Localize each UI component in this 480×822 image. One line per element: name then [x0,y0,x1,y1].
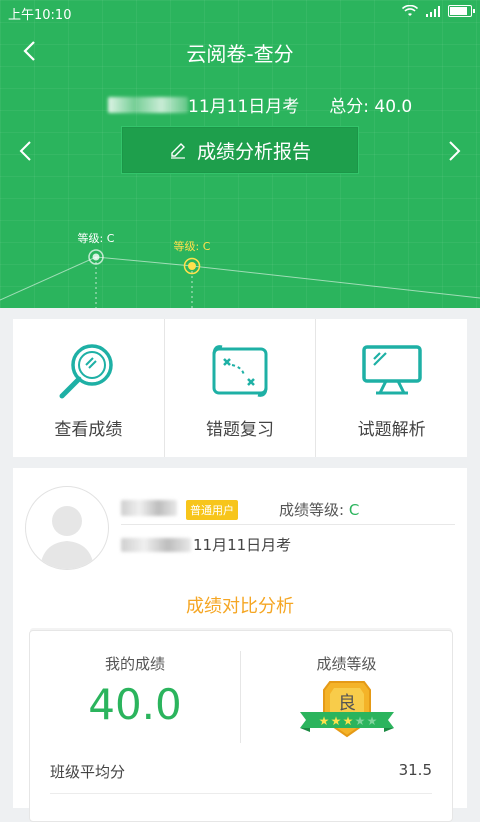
user-exam-name: 11月11日月考 [193,536,292,554]
next-arrow-icon[interactable] [444,140,464,162]
grade-medal-text: 良 [338,693,356,714]
divider [121,524,455,525]
chart-point-1-label: 等级: C [78,231,115,245]
user-grade-label: 成绩等级: [279,501,349,519]
class-average-row: 班级平均分 31.5 [50,761,432,782]
tile-question-analysis[interactable]: 试题解析 [316,319,467,457]
section-title: 成绩对比分析 [186,596,294,617]
user-grade-value: C [348,501,360,519]
pencil-icon [170,143,185,159]
class-average-label: 班级平均分 [50,763,126,781]
divider [50,793,432,794]
status-time: 上午10:10 [8,8,72,23]
tile-wrong-review[interactable]: 错题复习 [165,319,317,457]
score-detail-card: 普通用户 成绩等级: C 11月11日月考 成绩对比分析 我的成绩 40.0 成… [13,468,467,822]
quick-actions-card: 查看成绩 错题复习 试题解析 [13,319,467,457]
compare-box: 我的成绩 40.0 成绩等级 良 ★ ★ ★ ★ ★ 班级平均分 31.5 [29,630,453,822]
status-bar: 上午10:10 [0,0,480,24]
report-button[interactable]: 成绩分析报告 [121,126,359,174]
user-grade: 成绩等级: C [279,499,359,520]
map-icon [212,345,268,397]
monitor-icon [361,345,422,395]
signal-icon [426,5,440,17]
user-exam-row: 11月11日月考 [121,534,291,555]
battery-icon [448,5,475,17]
tile-wrong-review-label: 错题复习 [206,420,274,440]
chart-point-2[interactable]: 等级: C [174,239,211,275]
tile-view-scores-label: 查看成绩 [54,420,123,440]
tile-question-analysis-label: 试题解析 [357,420,426,440]
my-score-panel: 我的成绩 40.0 [30,631,240,729]
svg-text:★: ★ [318,714,329,728]
report-button-label: 成绩分析报告 [196,140,311,163]
my-score-title: 我的成绩 [104,655,165,673]
avatar[interactable] [25,486,109,570]
chart-point-2-label: 等级: C [174,239,211,253]
svg-text:★: ★ [342,714,353,728]
prev-arrow-icon[interactable] [16,140,36,162]
grade-title: 成绩等级 [316,655,377,673]
chart-point-1[interactable]: 等级: C [78,231,115,265]
exam-school-blurred [121,537,191,552]
grade-medal-icon: 良 ★ ★ ★ ★ ★ [299,681,394,738]
magnifier-icon [59,344,114,399]
exam-name: 11月11日月考 [188,97,300,117]
grade-trend-chart: 等级: C 等级: C [0,231,480,308]
user-silhouette-icon [40,506,94,569]
svg-text:★: ★ [366,714,377,728]
user-type-badge: 普通用户 [186,500,238,520]
svg-text:★: ★ [330,714,341,728]
user-name-blurred [121,500,177,516]
tile-view-scores[interactable]: 查看成绩 [13,319,165,457]
my-score-value: 40.0 [88,680,182,729]
header: 上午10:10 云阅卷-查分 11月11日月考 总分: 40.0 成绩分析报告 … [0,0,480,308]
grade-panel: 成绩等级 良 ★ ★ ★ ★ ★ [241,631,452,750]
wifi-icon [402,5,418,16]
class-average-value: 31.5 [398,761,432,779]
page-title: 云阅卷-查分 [186,42,294,66]
svg-text:★: ★ [354,714,365,728]
status-icons [402,5,475,17]
exam-info-row: 11月11日月考 总分: 40.0 [108,92,412,117]
grade-stars: ★ ★ ★ ★ ★ [318,714,377,728]
student-name-blurred [108,96,188,113]
total-score: 总分: 40.0 [329,97,413,117]
